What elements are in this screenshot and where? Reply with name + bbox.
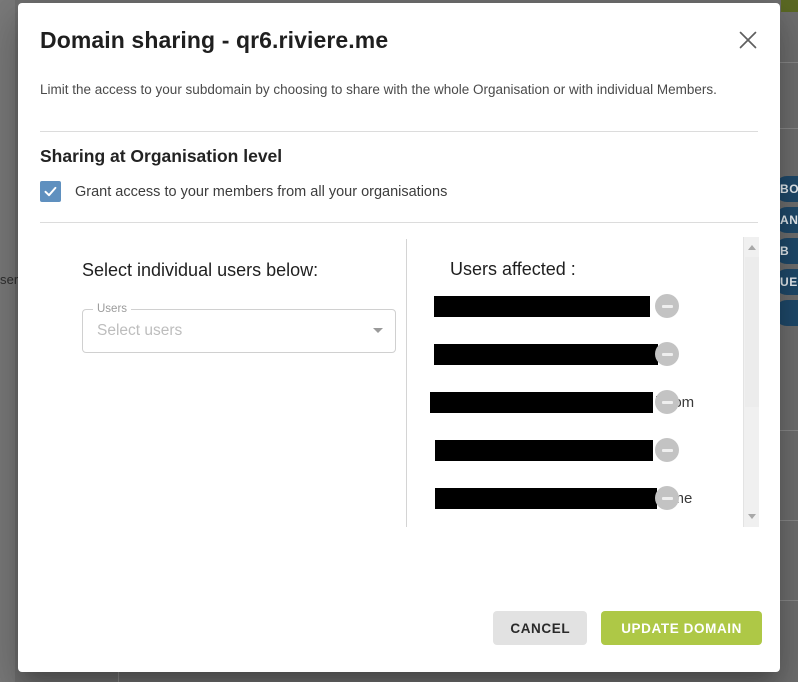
close-icon-glyph bbox=[739, 31, 757, 49]
background-line bbox=[778, 128, 798, 129]
close-icon[interactable] bbox=[730, 22, 766, 58]
select-users-heading: Select individual users below: bbox=[82, 260, 319, 280]
dialog-body-columns: Select individual users below: Users Sel… bbox=[40, 237, 759, 527]
grant-access-checkbox-label: Grant access to your members from all yo… bbox=[75, 183, 448, 200]
section-heading-organisation: Sharing at Organisation level bbox=[40, 146, 283, 166]
redacted-user-email bbox=[435, 487, 657, 509]
minus-glyph bbox=[661, 304, 673, 308]
remove-circle-icon[interactable] bbox=[655, 294, 679, 318]
domain-sharing-dialog: Domain sharing - qr6.riviere.me Limit th… bbox=[18, 3, 780, 672]
divider-middle bbox=[40, 222, 758, 223]
list-item bbox=[434, 341, 679, 367]
background-line bbox=[778, 62, 798, 63]
column-divider bbox=[406, 239, 407, 527]
redacted-user-email bbox=[430, 391, 653, 413]
remove-circle-icon[interactable] bbox=[655, 486, 679, 510]
list-item bbox=[435, 437, 679, 463]
minus-glyph bbox=[661, 496, 673, 500]
scrollbar-thumb[interactable] bbox=[745, 257, 759, 407]
minus-glyph bbox=[661, 352, 673, 356]
users-select-value: Select users bbox=[97, 322, 183, 339]
remove-circle-icon[interactable] bbox=[655, 342, 679, 366]
remove-circle-icon[interactable] bbox=[655, 438, 679, 462]
users-affected-heading: Users affected : bbox=[450, 259, 576, 279]
cancel-button[interactable]: CANCEL bbox=[493, 611, 588, 645]
background-chip-label: AN bbox=[780, 213, 798, 227]
background-chip-label: UE bbox=[780, 275, 798, 289]
redacted-user-email bbox=[435, 439, 653, 461]
chevron-down-icon[interactable] bbox=[373, 328, 383, 333]
dialog-footer: CANCEL UPDATE DOMAIN bbox=[493, 611, 762, 645]
users-affected-scrollbar[interactable] bbox=[743, 237, 759, 527]
users-select-legend: Users bbox=[93, 302, 132, 316]
divider-top bbox=[40, 131, 758, 132]
scroll-up-arrow-icon[interactable] bbox=[748, 245, 756, 250]
list-item: il.com bbox=[430, 389, 694, 415]
minus-glyph bbox=[661, 448, 673, 452]
list-item: e.me bbox=[435, 485, 692, 511]
background-left-rail bbox=[0, 0, 15, 682]
background-bottom-divider bbox=[118, 672, 119, 682]
check-icon-glyph bbox=[44, 186, 57, 197]
dialog-subtitle: Limit the access to your subdomain by ch… bbox=[40, 82, 717, 97]
check-icon[interactable] bbox=[40, 181, 61, 202]
background-green-strip bbox=[781, 0, 798, 12]
redacted-user-email bbox=[434, 295, 650, 317]
redacted-user-email bbox=[434, 343, 658, 365]
scroll-down-arrow-icon[interactable] bbox=[748, 514, 756, 519]
grant-access-checkbox-row[interactable]: Grant access to your members from all yo… bbox=[40, 181, 447, 202]
list-item bbox=[434, 293, 679, 319]
users-select[interactable]: Users Select users bbox=[82, 302, 396, 353]
dialog-title: Domain sharing - qr6.riviere.me bbox=[40, 27, 389, 53]
background-chip-label: B bbox=[780, 244, 790, 258]
background-line bbox=[778, 520, 798, 521]
background-line bbox=[778, 430, 798, 431]
background-left-text: ser bbox=[0, 272, 18, 287]
background-chip-label: BO bbox=[780, 182, 798, 196]
update-domain-button[interactable]: UPDATE DOMAIN bbox=[601, 611, 762, 645]
users-affected-list: il.com e.me bbox=[430, 293, 740, 523]
background-line bbox=[778, 600, 798, 601]
remove-circle-icon[interactable] bbox=[655, 390, 679, 414]
minus-glyph bbox=[661, 400, 673, 404]
users-affected-column: Users affected : bbox=[420, 237, 759, 527]
